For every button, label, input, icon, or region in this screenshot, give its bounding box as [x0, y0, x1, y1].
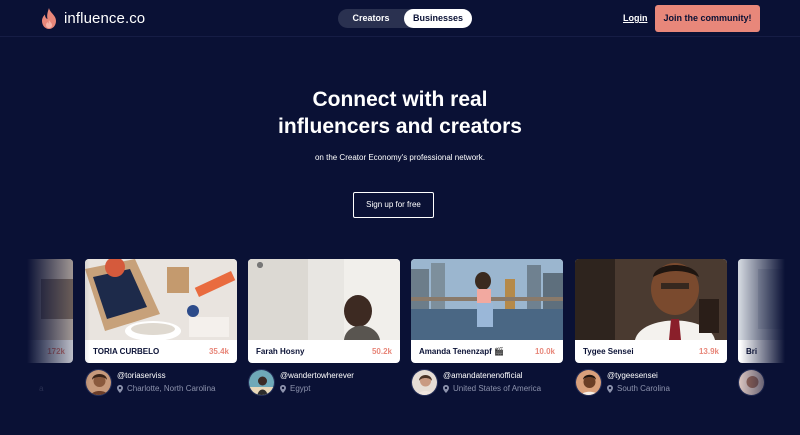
follower-count: 172k	[47, 347, 65, 356]
creator-handle[interactable]: @wandertowherever	[280, 371, 354, 380]
creator-meta	[738, 368, 800, 398]
avatar[interactable]	[738, 369, 765, 396]
creator-location: United States of America	[443, 384, 541, 393]
follower-count: 13.9k	[698, 347, 719, 356]
creator-meta: @amandatenenofficial United States of Am…	[411, 368, 591, 398]
logo-text: influence.co	[64, 10, 146, 27]
creator-location-text: Charlotte, North Carolina	[127, 384, 216, 393]
join-community-button[interactable]: Join the community!	[655, 5, 760, 32]
follower-count: 35.4k	[208, 347, 229, 356]
avatar[interactable]	[411, 369, 438, 396]
creator-location-text: United States of America	[453, 384, 542, 393]
creator-handle[interactable]: @tygeesensei	[607, 371, 658, 380]
avatar[interactable]	[85, 369, 112, 396]
creator-name: Bri	[746, 347, 758, 356]
toggle-creators[interactable]: Creators	[338, 9, 404, 28]
creator-card-box: Amanda Tenenzapf 🎬 10.0k	[411, 259, 563, 363]
logo[interactable]: influence.co	[40, 8, 145, 29]
creator-card[interactable]: 172k a	[0, 259, 73, 393]
creator-photo	[738, 259, 800, 340]
creator-photo	[248, 259, 400, 340]
signup-button[interactable]: Sign up for free	[353, 192, 434, 218]
creator-card[interactable]: Bri	[738, 259, 800, 396]
creator-photo	[0, 259, 73, 340]
creator-card-box: 172k	[0, 259, 73, 363]
creator-card-box: Bri	[738, 259, 800, 363]
creator-card[interactable]: Farah Hosny 50.2k @wandertowherever Egyp…	[248, 259, 400, 396]
follower-count: 50.2k	[371, 347, 392, 356]
creator-meta: @wandertowherever Egypt	[248, 368, 428, 398]
creator-card-box: Tygee Sensei 13.9k	[575, 259, 727, 363]
location-pin-icon	[443, 384, 449, 393]
creator-handle[interactable]: @amandatenenofficial	[443, 371, 523, 380]
creator-card-box: TORIA CURBELO 35.4k	[85, 259, 237, 363]
hero-title-line-1: Connect with real	[312, 88, 488, 111]
creator-location: South Carolina	[607, 384, 670, 393]
creator-location-text: Egypt	[290, 384, 311, 393]
creator-card[interactable]: Tygee Sensei 13.9k @tygeesensei South Ca…	[575, 259, 727, 396]
hero-subtitle: on the Creator Economy's professional ne…	[314, 153, 486, 162]
creator-card[interactable]: Amanda Tenenzapf 🎬 10.0k @amandatenenoff…	[411, 259, 563, 396]
creator-name: Amanda Tenenzapf 🎬	[419, 347, 504, 356]
creator-name: Farah Hosny	[256, 347, 305, 356]
creator-name: Tygee Sensei	[583, 347, 634, 356]
hero-title-line-2: influencers and creators	[278, 115, 522, 138]
creator-card[interactable]: TORIA CURBELO 35.4k @toriaserviss Charlo…	[85, 259, 237, 396]
location-pin-icon	[117, 384, 123, 393]
location-pin-icon	[280, 384, 286, 393]
creator-card-box: Farah Hosny 50.2k	[248, 259, 400, 363]
creator-location: a	[39, 384, 44, 393]
creator-location: Egypt	[280, 384, 310, 393]
creator-photo	[411, 259, 563, 340]
creator-carousel: 172k a TORIA CURBELO 35.4k @toriaserviss…	[0, 259, 800, 399]
creator-meta: @tygeesensei South Carolina	[575, 368, 755, 398]
creator-photo	[575, 259, 727, 340]
creator-location-text: South Carolina	[617, 384, 670, 393]
audience-toggle: Creators Businesses	[338, 9, 472, 28]
avatar[interactable]	[248, 369, 275, 396]
creator-name: TORIA CURBELO	[93, 347, 160, 356]
creator-location: Charlotte, North Carolina	[117, 384, 215, 393]
header: influence.co Creators Businesses Login J…	[0, 0, 800, 37]
location-pin-icon	[607, 384, 613, 393]
login-link[interactable]: Login	[623, 13, 648, 23]
flame-logo-icon	[40, 8, 58, 29]
hero-title: Connect with real influencers and creato…	[200, 86, 600, 140]
creator-handle[interactable]: @toriaserviss	[117, 371, 166, 380]
creator-meta: @toriaserviss Charlotte, North Carolina	[85, 368, 265, 398]
follower-count: 10.0k	[534, 347, 555, 356]
toggle-businesses[interactable]: Businesses	[404, 9, 472, 28]
creator-photo	[85, 259, 237, 340]
avatar[interactable]	[575, 369, 602, 396]
